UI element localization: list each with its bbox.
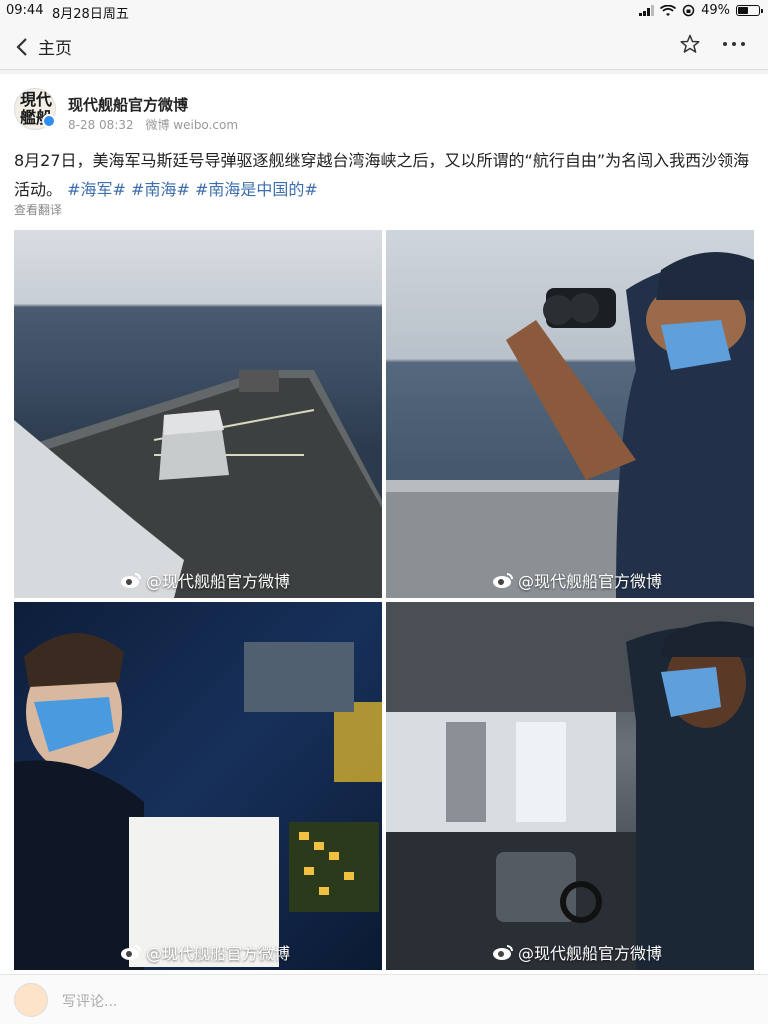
bridge-illustration	[386, 602, 754, 970]
translate-link[interactable]: 查看翻译	[14, 201, 62, 218]
watermark-text: @现代舰船官方微博	[145, 944, 290, 963]
photo-ship-deck[interactable]: @现代舰船官方微博	[14, 230, 382, 598]
back-button[interactable]: 主页	[16, 34, 72, 59]
photo-combat-center[interactable]: @现代舰船官方微博	[14, 602, 382, 970]
weibo-logo-icon	[492, 945, 513, 960]
weibo-logo-icon	[120, 573, 141, 588]
photo-binoculars[interactable]: @现代舰船官方微博	[386, 230, 754, 598]
watermark: @现代舰船官方微博	[120, 568, 290, 592]
photo-bridge[interactable]: @现代舰船官方微博	[386, 602, 754, 970]
post-timestamp: 8-28 08:32	[68, 118, 134, 132]
comment-input[interactable]: 写评论...	[62, 991, 117, 1011]
post-body: 8月27日，美海军马斯廷号导弹驱逐舰继穿越台湾海峡之后，又以所谓的“航行自由”为…	[14, 146, 754, 204]
post-card: 現代艦船 现代舰船官方微博 8-28 08:32 微博 weibo.com 8月…	[0, 74, 768, 974]
post-meta: 8-28 08:32 微博 weibo.com	[68, 116, 246, 133]
comment-composer[interactable]: 写评论...	[0, 974, 768, 1024]
weibo-logo-icon	[120, 945, 141, 960]
photo-grid: @现代舰船官方微博 @现代舰船官方微博 @现代舰船官方微博 @现代舰船官方微博	[14, 230, 754, 970]
battery-percent: 49%	[701, 3, 730, 18]
status-time: 09:44	[6, 3, 44, 18]
verified-badge-icon	[42, 114, 56, 128]
status-right: 49%	[639, 3, 763, 18]
more-icon[interactable]	[722, 41, 746, 47]
nav-actions	[680, 34, 746, 54]
nav-bar: 主页	[0, 22, 768, 70]
watermark-text: @现代舰船官方微博	[517, 944, 662, 963]
wifi-icon	[660, 4, 677, 16]
ship-deck-illustration	[14, 370, 382, 598]
watermark: @现代舰船官方微博	[120, 940, 290, 964]
hashtag-navy[interactable]: #海军#	[67, 180, 126, 199]
binoculars-illustration	[386, 252, 754, 598]
status-bar: 09:44 8月28日周五 49%	[0, 0, 768, 22]
combat-center-illustration	[14, 633, 382, 970]
chevron-left-icon	[16, 37, 27, 56]
signal-icon	[639, 5, 655, 16]
user-avatar[interactable]	[14, 983, 48, 1017]
username[interactable]: 现代舰船官方微博	[68, 94, 188, 115]
weibo-logo-icon	[492, 573, 513, 588]
post-source: 微博 weibo.com	[145, 118, 239, 132]
hashtag-south-sea-china[interactable]: #南海是中国的#	[195, 180, 318, 199]
hashtag-south-sea[interactable]: #南海#	[131, 180, 190, 199]
watermark: @现代舰船官方微博	[492, 940, 662, 964]
status-date: 8月28日周五	[52, 7, 129, 22]
star-icon[interactable]	[680, 34, 700, 54]
rotation-lock-icon	[682, 4, 695, 17]
watermark-text: @现代舰船官方微博	[145, 572, 290, 591]
watermark-text: @现代舰船官方微博	[517, 572, 662, 591]
back-label: 主页	[38, 39, 72, 59]
watermark: @现代舰船官方微博	[492, 568, 662, 592]
battery-icon	[736, 5, 763, 16]
